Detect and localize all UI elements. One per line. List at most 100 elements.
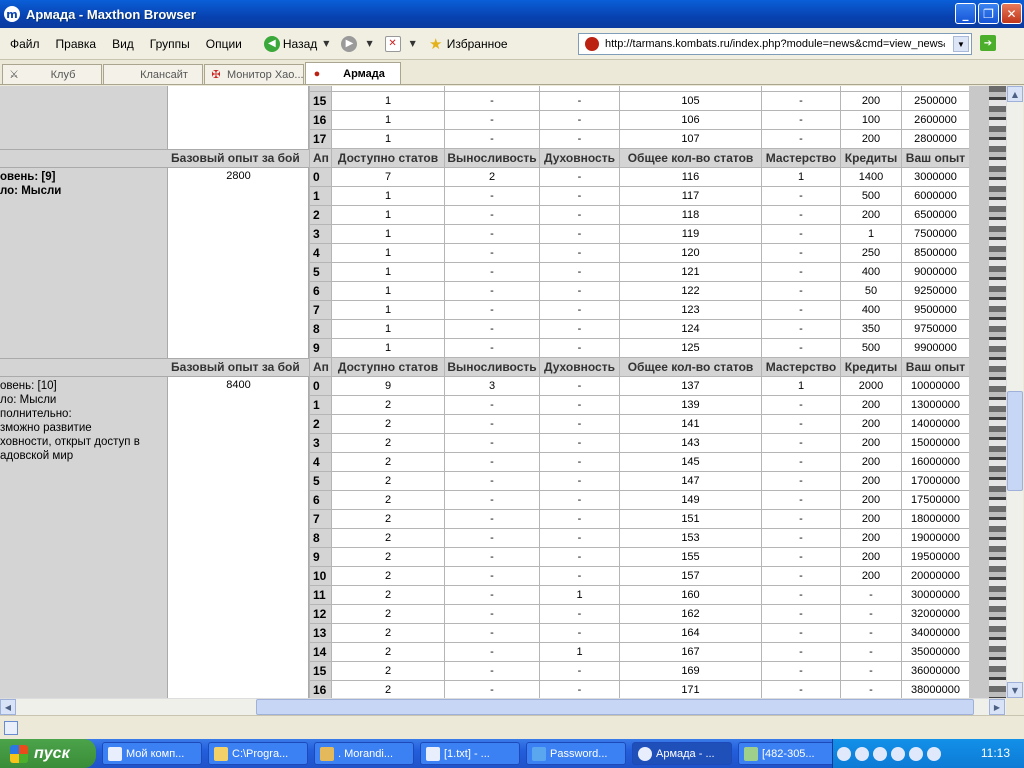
table-cell: - bbox=[761, 585, 841, 605]
pen-icon bbox=[320, 746, 334, 761]
table-cell: 3 bbox=[444, 376, 540, 396]
table-row: 8 2- -153-200 19000000 bbox=[309, 528, 970, 548]
taskbar-txt[interactable]: [1.txt] - ... bbox=[420, 742, 520, 765]
table-cell: 200 bbox=[840, 528, 902, 548]
taskbar-my-computer[interactable]: Мой комп... bbox=[102, 742, 202, 765]
vertical-scroll-thumb[interactable] bbox=[1007, 391, 1023, 491]
table-cell: 200 bbox=[840, 490, 902, 510]
table-cell: - bbox=[761, 243, 841, 263]
favorites-button[interactable]: ★ Избранное bbox=[428, 35, 508, 53]
table-cell: - bbox=[761, 338, 841, 358]
forward-button[interactable]: ▶ bbox=[341, 35, 360, 52]
table-cell: 8 bbox=[309, 528, 332, 548]
tab-monitor[interactable]: ✠ Монитор Хао... bbox=[204, 64, 304, 84]
volume-icon[interactable] bbox=[927, 746, 941, 761]
clock: 11:13 bbox=[980, 746, 1010, 760]
table-cell: 2 bbox=[331, 642, 445, 662]
taskbar-morandi[interactable]: . Morandi... bbox=[314, 742, 414, 765]
table-row: 11 2-1 160- -30000000 bbox=[309, 585, 970, 605]
menu-groups[interactable]: Группы bbox=[142, 37, 198, 51]
tray-icon-3[interactable] bbox=[873, 746, 887, 761]
close-button[interactable]: ✕ bbox=[1001, 3, 1022, 24]
tab-clansite[interactable]: Клансайт bbox=[103, 64, 203, 84]
table-cell: 2 bbox=[444, 167, 540, 187]
table-cell: 2500000 bbox=[901, 91, 970, 111]
table-cell: 13 bbox=[309, 623, 332, 643]
table-header-cell: Кредиты bbox=[840, 357, 902, 377]
taskbar-spreadsheet[interactable]: [482-305... bbox=[738, 742, 838, 765]
table-cell: - bbox=[444, 129, 540, 149]
horizontal-scroll-thumb[interactable] bbox=[256, 699, 974, 715]
scroll-up-icon[interactable]: ▲ bbox=[1007, 86, 1023, 102]
table-cell: 7500000 bbox=[901, 224, 970, 244]
taskbar-armada[interactable]: Армада - ... bbox=[632, 742, 732, 765]
table-cell: 0 bbox=[309, 167, 332, 187]
table-cell: - bbox=[761, 300, 841, 320]
table-cell: 0 bbox=[309, 376, 332, 396]
vertical-scrollbar[interactable]: ▲ ▼ bbox=[1006, 86, 1023, 698]
stats-table: 15 1- -105-200 2500000 16 1- -106-100 2600000 17… bbox=[309, 86, 970, 698]
scroll-right-icon[interactable]: ▶ bbox=[989, 699, 1005, 715]
table-cell: 200 bbox=[840, 566, 902, 586]
table-cell: 500 bbox=[840, 338, 902, 358]
menu-edit[interactable]: Правка bbox=[48, 37, 105, 51]
table-cell: 105 bbox=[619, 91, 762, 111]
scroll-down-icon[interactable]: ▼ bbox=[1007, 682, 1023, 698]
scroll-left-icon[interactable]: ◀ bbox=[0, 699, 16, 715]
table-header-cell: Доступно статов bbox=[331, 357, 445, 377]
table-cell: 119 bbox=[619, 224, 762, 244]
address-url[interactable]: http://tarmans.kombats.ru/index.php?modu… bbox=[605, 38, 945, 50]
table-cell: - bbox=[761, 224, 841, 244]
minimize-button[interactable]: _ bbox=[955, 3, 976, 24]
tray-icon-1[interactable] bbox=[837, 746, 851, 761]
table-cell: 171 bbox=[619, 680, 762, 698]
address-bar[interactable]: http://tarmans.kombats.ru/index.php?modu… bbox=[578, 33, 972, 55]
table-cell: 2 bbox=[331, 490, 445, 510]
taskbar-folder[interactable]: C:\Progra... bbox=[208, 742, 308, 765]
star-icon: ★ bbox=[429, 35, 443, 53]
table-cell: 13000000 bbox=[901, 395, 970, 415]
menu-file[interactable]: Файл bbox=[2, 37, 48, 51]
table-cell: 167 bbox=[619, 642, 762, 662]
table-cell: 200 bbox=[840, 471, 902, 491]
go-button[interactable]: ➔ bbox=[980, 35, 996, 51]
table-cell: 123 bbox=[619, 300, 762, 320]
tray-icon-4[interactable] bbox=[891, 746, 905, 761]
stop-dropdown-icon[interactable]: ▼ bbox=[410, 39, 416, 48]
table-cell: - bbox=[444, 604, 540, 624]
back-dropdown-icon[interactable]: ▼ bbox=[323, 39, 329, 48]
table-cell: 19000000 bbox=[901, 528, 970, 548]
tray-icon-2[interactable] bbox=[855, 746, 869, 761]
table-row: 7 1- -123-400 9500000 bbox=[309, 300, 970, 320]
table-cell: - bbox=[539, 490, 620, 510]
menu-view[interactable]: Вид bbox=[104, 37, 142, 51]
level-10-name: овень: [10] ло: Мысли полнительно: зможн… bbox=[0, 377, 168, 698]
taskbar-password[interactable]: Password... bbox=[526, 742, 626, 765]
back-button[interactable]: ◀ Назад bbox=[263, 35, 317, 52]
forward-dropdown-icon[interactable]: ▼ bbox=[366, 39, 372, 48]
tab-club[interactable]: ⚔ Клуб bbox=[2, 64, 102, 84]
maximize-button[interactable]: ❐ bbox=[978, 3, 999, 24]
window-title: Армада - Maxthon Browser bbox=[26, 6, 196, 22]
level-10-block: овень: [10] ло: Мысли полнительно: зможн… bbox=[0, 377, 309, 698]
table-cell: 16 bbox=[309, 680, 332, 698]
start-button[interactable]: пуск bbox=[0, 739, 96, 768]
menu-options[interactable]: Опции bbox=[198, 37, 250, 51]
table-cell: 1 bbox=[539, 585, 620, 605]
table-cell: - bbox=[539, 452, 620, 472]
tab-armada[interactable]: ● Армада bbox=[305, 62, 401, 84]
stop-button[interactable]: ✕ bbox=[384, 35, 404, 52]
horizontal-scrollbar[interactable]: ◀ ▶ bbox=[0, 698, 1006, 715]
table-cell: 1400 bbox=[840, 167, 902, 187]
table-cell: - bbox=[840, 661, 902, 681]
exp-header-10: Базовый опыт за бой bbox=[0, 358, 309, 377]
address-dropdown-icon[interactable]: ▼ bbox=[953, 36, 969, 52]
tray-icon-5[interactable] bbox=[909, 746, 923, 761]
table-cell: - bbox=[539, 471, 620, 491]
table-cell: 200 bbox=[840, 509, 902, 529]
table-cell: 400 bbox=[840, 300, 902, 320]
level-9-exp: 2800 bbox=[169, 168, 309, 358]
table-cell: - bbox=[761, 395, 841, 415]
table-cell: - bbox=[444, 110, 540, 130]
table-cell: 1 bbox=[309, 395, 332, 415]
